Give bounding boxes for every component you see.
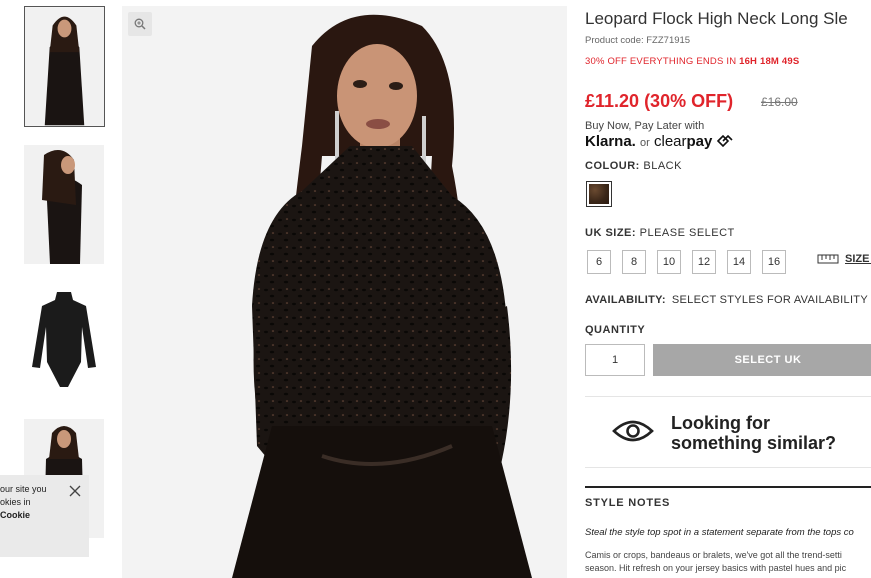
original-price: £16.00	[761, 95, 798, 109]
style-notes-line: season. Hit refresh on your jersey basic…	[585, 563, 847, 573]
similar-line: Looking for	[671, 413, 770, 433]
bnpl-text: Buy Now, Pay Later with	[585, 120, 705, 132]
thumbnail-image	[24, 282, 104, 401]
quantity-input[interactable]	[585, 344, 645, 376]
thumbnail-2[interactable]	[24, 145, 104, 264]
close-cookie-button[interactable]	[68, 484, 82, 498]
thumbnail-image	[24, 145, 104, 264]
zoom-in-icon	[134, 18, 146, 30]
style-notes-line: Camis or crops, bandeaus or bralets, we'…	[585, 550, 842, 560]
style-notes-heading: STYLE NOTES	[585, 486, 871, 509]
main-product-image[interactable]	[122, 6, 567, 578]
cookie-link[interactable]: Cookie	[0, 509, 62, 522]
size-option[interactable]: 8	[622, 250, 646, 274]
similar-text: Looking for something similar?	[671, 413, 836, 453]
size-option[interactable]: 6	[587, 250, 611, 274]
promo-timer: 16H 18M 49S	[739, 56, 800, 67]
select-size-button[interactable]: SELECT UK	[653, 344, 871, 376]
model-photo	[122, 6, 567, 578]
swatch-fill	[589, 184, 609, 204]
eye-icon	[612, 420, 654, 442]
zoom-button[interactable]	[128, 12, 152, 36]
cookie-text-line: okies in	[0, 497, 31, 507]
clearpay-arrows-icon	[716, 134, 733, 148]
clearpay-logo-part: clear	[653, 133, 687, 150]
close-icon	[69, 485, 81, 497]
availability-label: AVAILABILITY:	[585, 294, 666, 306]
clearpay-logo: clearpay	[654, 133, 712, 150]
klarna-logo: Klarna.	[585, 133, 636, 150]
colour-label-key: COLOUR:	[585, 160, 640, 172]
similar-items-banner[interactable]: Looking for something similar?	[585, 396, 871, 468]
colour-label: COLOUR: BLACK	[585, 160, 682, 172]
thumbnail-3[interactable]	[24, 282, 104, 401]
size-guide-label: SIZE G	[845, 253, 871, 265]
product-title: Leopard Flock High Neck Long Sle	[585, 9, 848, 28]
size-label-key: UK SIZE:	[585, 227, 637, 239]
size-guide-link[interactable]: SIZE G	[817, 253, 871, 265]
availability: AVAILABILITY: SELECT STYLES FOR AVAILABIL…	[585, 294, 868, 306]
size-option[interactable]: 14	[727, 250, 751, 274]
cookie-banner: our site you okies in Cookie	[0, 475, 89, 557]
ruler-icon	[817, 254, 839, 264]
cookie-text: our site you okies in Cookie	[0, 483, 62, 522]
thumbnail-image	[25, 7, 104, 126]
style-notes-lead: Steal the style top spot in a statement …	[585, 527, 854, 538]
size-option[interactable]: 12	[692, 250, 716, 274]
product-code: Product code: FZZ71915	[585, 35, 691, 46]
thumbnail-list	[24, 6, 106, 556]
bnpl-logos[interactable]: Klarna. or clearpay	[585, 133, 733, 150]
sale-price: £11.20 (30% OFF)	[585, 91, 734, 111]
promo-text: 30% OFF EVERYTHING ENDS IN	[585, 56, 737, 67]
quantity-label: QUANTITY	[585, 324, 646, 336]
size-option[interactable]: 16	[762, 250, 786, 274]
similar-line: something similar?	[671, 433, 837, 453]
thumbnail-1[interactable]	[24, 6, 105, 127]
colour-swatch-black[interactable]	[586, 181, 612, 207]
promo-banner: 30% OFF EVERYTHING ENDS IN 16H 18M 49S	[585, 56, 799, 67]
cookie-text-line: our site you	[0, 484, 47, 494]
availability-value: SELECT STYLES FOR AVAILABILITY	[671, 294, 868, 306]
size-label: UK SIZE: PLEASE SELECT	[585, 227, 735, 239]
size-value: PLEASE SELECT	[639, 227, 735, 239]
clearpay-logo-part: pay	[686, 133, 713, 150]
style-notes-body: Camis or crops, bandeaus or bralets, we'…	[585, 549, 846, 575]
size-option[interactable]: 10	[657, 250, 681, 274]
bnpl-or: or	[640, 137, 650, 149]
size-options: 6 8 10 12 14 16	[587, 250, 786, 274]
colour-value: BLACK	[643, 160, 682, 172]
